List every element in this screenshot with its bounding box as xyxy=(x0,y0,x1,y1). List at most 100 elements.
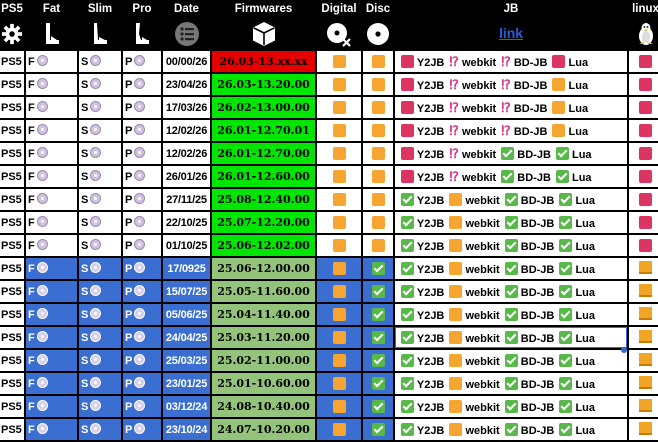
pro-cell[interactable]: P xyxy=(123,120,161,141)
pro-cell[interactable]: P xyxy=(123,212,161,233)
pro-cell[interactable]: P xyxy=(123,350,161,371)
pro-cell[interactable]: P xyxy=(123,419,161,440)
slim-cell-letter: S xyxy=(81,378,89,390)
fat-cell[interactable]: F xyxy=(26,327,77,348)
firmware-cell[interactable]: 25.06-12.00.00 xyxy=(212,258,315,279)
disc-icon xyxy=(36,216,48,227)
slim-cell[interactable]: S xyxy=(79,419,121,440)
ps5-text: PS5 xyxy=(1,216,22,229)
slim-cell[interactable]: S xyxy=(79,235,121,256)
firmware-cell[interactable]: 25.05-11.60.00 xyxy=(212,281,315,302)
firmware-cell[interactable]: 24.07-10.20.00 xyxy=(212,419,315,440)
slim-cell[interactable]: S xyxy=(79,74,121,95)
status-bar-icon xyxy=(639,376,652,389)
fat-cell[interactable]: F xyxy=(26,350,77,371)
warning-exclaim-icon: ⁉ xyxy=(449,122,459,138)
slim-cell[interactable]: S xyxy=(79,281,121,302)
slim-cell[interactable]: S xyxy=(79,212,121,233)
firmware-cell[interactable]: 25.08-12.40.00 xyxy=(212,189,315,210)
fat-cell[interactable]: F xyxy=(26,281,77,302)
fat-cell[interactable]: F xyxy=(26,143,77,164)
status-orange-icon xyxy=(552,100,566,114)
fat-cell[interactable]: F xyxy=(26,419,77,440)
firmware-cell[interactable]: 26.01-12.70.01 xyxy=(212,120,315,141)
firmware-cell[interactable]: 25.02-11.00.00 xyxy=(212,350,315,371)
firmware-cell[interactable]: 25.06-12.02.00 xyxy=(212,235,315,256)
table-row: PS5 F S P 01/10/25 25.06-12.02.00 Y2JB webkit… xyxy=(0,235,658,256)
check-icon xyxy=(504,307,518,321)
pro-cell[interactable]: P xyxy=(123,281,161,302)
fat-cell-letter: F xyxy=(28,424,35,436)
slim-cell[interactable]: S xyxy=(79,350,121,371)
slim-cell[interactable]: S xyxy=(79,396,121,417)
status-red-icon xyxy=(552,54,566,68)
firmware-cell[interactable]: 26.03-13.xx.xx xyxy=(212,51,315,72)
table-row: PS5 F S P 27/11/25 25.08-12.40.00 Y2JB webkit… xyxy=(0,189,658,210)
digital-cell xyxy=(317,396,361,417)
pro-cell[interactable]: P xyxy=(123,51,161,72)
digital-cell xyxy=(317,419,361,440)
fat-cell[interactable]: F xyxy=(26,166,77,187)
fat-cell[interactable]: F xyxy=(26,120,77,141)
jb-cell: Y2JB webkit BD-JB Lua xyxy=(395,327,627,348)
pro-cell[interactable]: P xyxy=(123,97,161,118)
disc-crossed-icon xyxy=(317,19,361,49)
digital-cell xyxy=(317,143,361,164)
slim-cell[interactable]: S xyxy=(79,189,121,210)
fat-cell[interactable]: F xyxy=(26,97,77,118)
pro-cell[interactable]: P xyxy=(123,304,161,325)
digital-cell xyxy=(317,166,361,187)
warning-exclaim-icon: ⁉ xyxy=(449,53,459,69)
firmware-cell[interactable]: 25.04-11.40.00 xyxy=(212,304,315,325)
fat-cell[interactable]: F xyxy=(26,212,77,233)
slim-cell[interactable]: S xyxy=(79,97,121,118)
firmware-cell[interactable]: 25.03-11.20.00 xyxy=(212,327,315,348)
firmware-cell[interactable]: 25.07-12.20.00 xyxy=(212,212,315,233)
check-icon xyxy=(559,284,573,298)
firmware-cell[interactable]: 25.01-10.60.00 xyxy=(212,373,315,394)
pro-cell[interactable]: P xyxy=(123,189,161,210)
selection-handle[interactable] xyxy=(621,347,627,353)
fat-cell[interactable]: F xyxy=(26,235,77,256)
fat-cell[interactable]: F xyxy=(26,258,77,279)
gear-icon[interactable] xyxy=(0,19,24,49)
jb-cell: Y2JB webkit BD-JB Lua xyxy=(395,396,627,417)
disc-icon xyxy=(36,262,48,273)
pro-cell[interactable]: P xyxy=(123,74,161,95)
status-orange-icon xyxy=(371,192,385,206)
slim-cell[interactable]: S xyxy=(79,258,121,279)
linux-cell xyxy=(629,281,658,302)
fat-cell[interactable]: F xyxy=(26,396,77,417)
firmware-cell[interactable]: 26.02-13.00.00 xyxy=(212,97,315,118)
pro-cell[interactable]: P xyxy=(123,143,161,164)
slim-cell[interactable]: S xyxy=(79,166,121,187)
pro-cell[interactable]: P xyxy=(123,396,161,417)
firmware-cell[interactable]: 26.03-13.20.00 xyxy=(212,74,315,95)
pro-cell[interactable]: P xyxy=(123,327,161,348)
slim-cell[interactable]: S xyxy=(79,143,121,164)
pro-cell[interactable]: P xyxy=(123,258,161,279)
fat-cell[interactable]: F xyxy=(26,304,77,325)
jb-label: BD-JB xyxy=(513,79,548,92)
digital-cell xyxy=(317,258,361,279)
jb-link[interactable]: link xyxy=(395,19,627,49)
slim-cell[interactable]: S xyxy=(79,327,121,348)
linux-cell xyxy=(629,373,658,394)
jb-label: Y2JB xyxy=(416,378,445,391)
fat-cell[interactable]: F xyxy=(26,373,77,394)
pro-cell[interactable]: P xyxy=(123,373,161,394)
slim-cell[interactable]: S xyxy=(79,51,121,72)
list-menu-icon[interactable] xyxy=(163,19,210,49)
firmware-cell[interactable]: 26.01-12.60.00 xyxy=(212,166,315,187)
slim-cell[interactable]: S xyxy=(79,304,121,325)
slim-cell-letter: S xyxy=(81,401,89,413)
pro-cell[interactable]: P xyxy=(123,166,161,187)
firmware-cell[interactable]: 26.01-12.70.00 xyxy=(212,143,315,164)
pro-cell[interactable]: P xyxy=(123,235,161,256)
slim-cell[interactable]: S xyxy=(79,120,121,141)
slim-cell[interactable]: S xyxy=(79,373,121,394)
firmware-cell[interactable]: 24.08-10.40.00 xyxy=(212,396,315,417)
fat-cell[interactable]: F xyxy=(26,51,77,72)
fat-cell[interactable]: F xyxy=(26,74,77,95)
fat-cell[interactable]: F xyxy=(26,189,77,210)
